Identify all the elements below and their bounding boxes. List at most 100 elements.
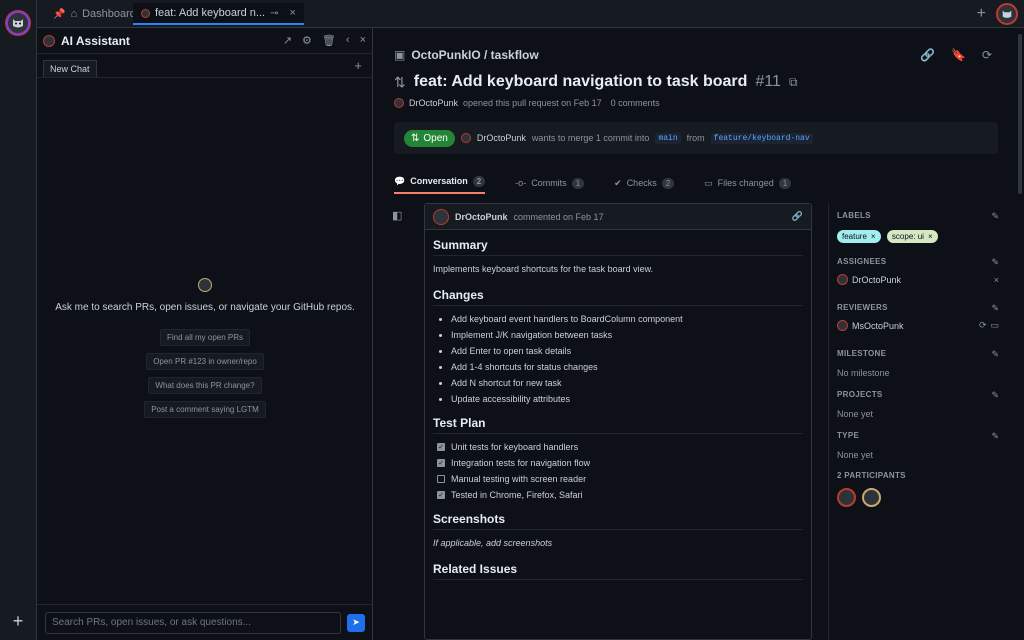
pencil-icon[interactable]: ✎ [991, 303, 999, 314]
reviewer-actions: ⟳ ▭ [979, 320, 999, 331]
suggestion-chip[interactable]: Open PR #123 in owner/repo [146, 353, 264, 370]
checkbox[interactable] [437, 475, 445, 483]
tab-label: Dashboard [82, 8, 136, 20]
comment-body: Summary Implements keyboard shortcuts fo… [425, 230, 811, 594]
close-icon[interactable]: × [360, 34, 366, 47]
related-issues-heading: Related Issues [433, 562, 803, 580]
head-branch[interactable]: feature/keyboard-nav [710, 132, 813, 144]
trash-icon[interactable]: 🗑 [322, 34, 336, 47]
ai-empty-state: Ask me to search PRs, open issues, or na… [37, 278, 373, 420]
checklist-label: Integration tests for navigation flow [451, 458, 591, 468]
checkbox[interactable]: ✓ [437, 491, 445, 499]
suggestion-chip[interactable]: What does this PR change? [148, 377, 262, 394]
tab-dashboard[interactable]: 📌 ⌂ Dashboard [45, 3, 144, 25]
open-external-icon[interactable]: ↗ [283, 34, 292, 47]
main-scrollbar[interactable] [1016, 28, 1024, 640]
pencil-icon[interactable]: ✎ [991, 390, 999, 401]
link-icon[interactable]: 🔗 [792, 211, 803, 222]
projects-section: Projects ✎ None yet [837, 390, 999, 419]
tab-commits[interactable]: -o- Commits 1 [515, 172, 585, 194]
ai-assistant-panel: AI Assistant ↗ ⚙ 🗑 ‹ × New Chat + Ask me… [37, 28, 373, 640]
remove-label-icon[interactable]: × [928, 232, 933, 241]
section-title: Milestone [837, 349, 887, 358]
reviewer-name[interactable]: MsOctoPunk [852, 321, 904, 331]
author-avatar [460, 133, 471, 143]
label-text: scope: ui [891, 232, 924, 241]
pencil-icon[interactable]: ✎ [991, 257, 999, 268]
check-circle-icon: ✔ [614, 177, 622, 188]
user-avatar[interactable] [996, 3, 1018, 25]
repo-name[interactable]: OctoPunkIO / taskflow [411, 48, 538, 62]
tab-pr[interactable]: feat: Add keyboard n... ⊸ × [133, 3, 304, 25]
pin-icon[interactable]: ⊸ [270, 8, 278, 19]
copy-icon[interactable]: ⧉ [789, 75, 798, 90]
list-item: Add Enter to open task details [451, 346, 803, 356]
tab-checks[interactable]: ✔ Checks 2 [614, 172, 675, 194]
pencil-icon[interactable]: ✎ [991, 349, 999, 360]
checkbox[interactable]: ✓ [437, 459, 445, 467]
merge-author[interactable]: DrOctoPunk [477, 133, 526, 143]
comment-author[interactable]: DrOctoPunk [455, 212, 508, 222]
pencil-icon[interactable]: ✎ [991, 431, 999, 442]
list-item: Implement J/K navigation between tasks [451, 330, 803, 340]
settings-icon[interactable]: ⚙ [302, 34, 312, 47]
tab-label: Commits [531, 178, 567, 188]
list-item: Add 1-4 shortcuts for status changes [451, 362, 803, 372]
assignee-name[interactable]: DrOctoPunk [852, 275, 901, 285]
remove-label-icon[interactable]: × [871, 232, 876, 241]
comment-icon[interactable]: ▭ [990, 320, 999, 331]
pr-title-row: ⇅ feat: Add keyboard navigation to task … [394, 73, 798, 91]
label-list: feature × scope: ui × [837, 228, 999, 243]
labels-section: Labels ✎ feature × scope: ui × [837, 211, 999, 243]
author-avatar [394, 98, 404, 108]
checkbox[interactable]: ✓ [437, 443, 445, 451]
ai-actions: ↗ ⚙ 🗑 ‹ × [283, 34, 366, 47]
refresh-icon[interactable]: ⟳ [982, 48, 992, 62]
tab-count: 2 [661, 177, 675, 189]
remove-assignee-icon[interactable]: × [994, 275, 999, 285]
collapse-icon[interactable]: ‹ [346, 34, 350, 47]
cat-icon [13, 19, 23, 28]
send-icon[interactable]: ➤ [347, 613, 365, 632]
pencil-icon[interactable]: ✎ [991, 211, 999, 222]
add-icon[interactable]: + [9, 612, 27, 630]
comment-avatar [433, 208, 449, 225]
label-pill[interactable]: feature × [837, 230, 881, 243]
ai-chat-tabs: New Chat + [37, 54, 372, 78]
pr-sidebar: Labels ✎ feature × scope: ui × Assignees ✎… [828, 203, 1016, 640]
author-name[interactable]: DrOctoPunk [409, 98, 458, 108]
tab-conversation[interactable]: 💬 Conversation 2 [394, 172, 486, 194]
link-icon[interactable]: 🔗 [920, 48, 935, 62]
test-checklist: ✓ Unit tests for keyboard handlers ✓ Integ… [433, 442, 803, 500]
tab-label: Checks [626, 178, 657, 188]
checklist-item: ✓ Tested in Chrome, Firefox, Safari [437, 490, 803, 500]
conversation-icon: 💬 [394, 175, 406, 186]
tab-label: Files changed [717, 178, 774, 188]
empty-message: Ask me to search PRs, open issues, or na… [55, 302, 355, 313]
participant-list [837, 488, 999, 507]
scrollbar-thumb[interactable] [1018, 34, 1022, 194]
new-tab-icon[interactable]: + [977, 5, 986, 23]
label-pill[interactable]: scope: ui × [886, 230, 938, 243]
sidebar-toggle-icon[interactable]: ◧ [392, 209, 402, 222]
summary-text: Implements keyboard shortcuts for the ta… [433, 264, 654, 274]
app-avatar[interactable] [6, 11, 30, 35]
close-tab-icon[interactable]: × [289, 7, 295, 19]
suggestion-list: Find all my open PRs Open PR #123 in own… [37, 327, 373, 420]
comment-header: DrOctoPunk commented on Feb 17 🔗 [425, 204, 811, 230]
tab-files-changed[interactable]: ▭ Files changed 1 [704, 172, 792, 194]
new-chat-icon[interactable]: + [354, 58, 362, 73]
re-request-icon[interactable]: ⟳ [979, 320, 987, 331]
tab-bar: 📌 ⌂ Dashboard feat: Add keyboard n... ⊸ … [37, 0, 1024, 28]
suggestion-chip[interactable]: Find all my open PRs [159, 329, 251, 346]
chat-tab[interactable]: New Chat [43, 60, 97, 77]
participant-avatar[interactable] [862, 488, 881, 507]
suggestion-chip[interactable]: Post a comment saying LGTM [144, 401, 266, 418]
ai-search-input[interactable] [45, 611, 341, 634]
repo-icon: ▣ [394, 48, 406, 62]
participant-avatar[interactable] [837, 488, 856, 507]
repo-breadcrumb: ▣ OctoPunkIO / taskflow [394, 48, 539, 62]
checklist-label: Tested in Chrome, Firefox, Safari [451, 490, 583, 500]
base-branch[interactable]: main [655, 132, 681, 144]
bookmark-icon[interactable]: 🔖 [951, 48, 966, 62]
